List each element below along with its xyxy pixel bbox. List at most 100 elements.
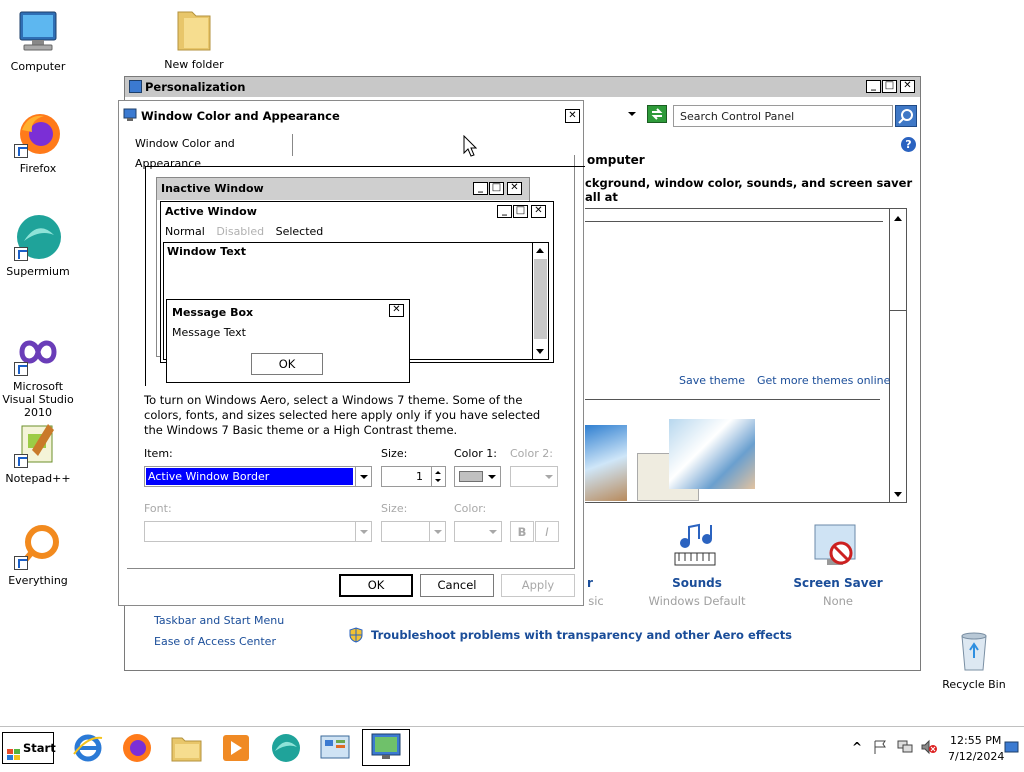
color2-dropdown-arrow[interactable] xyxy=(541,467,557,486)
personalization-title-bar[interactable]: Personalization _ □ ✕ xyxy=(125,77,920,97)
network-icon[interactable] xyxy=(896,739,914,758)
window-title: Personalization xyxy=(145,80,246,94)
desktop-icon-notepadpp[interactable]: Notepad++ xyxy=(0,420,76,485)
theme-list-divider xyxy=(585,221,883,222)
taskbar-supermium-icon[interactable] xyxy=(268,732,304,764)
clock-time[interactable]: 12:55 PM xyxy=(950,734,1001,747)
color2-picker[interactable] xyxy=(510,466,558,487)
shortcut-arrow-icon xyxy=(14,556,28,570)
preview-menu-selected: Selected xyxy=(275,225,324,238)
notepadpp-icon xyxy=(14,420,62,468)
sounds-link[interactable]: Sounds xyxy=(647,576,747,590)
size-spinner[interactable]: 1 xyxy=(381,466,446,487)
theme-list[interactable]: Save theme Get more themes online xyxy=(585,208,907,503)
theme-section-divider xyxy=(585,399,880,400)
theme-thumbnail-stack[interactable] xyxy=(669,419,755,489)
preview-scrollbar xyxy=(532,243,548,359)
scrollbar-thumb[interactable] xyxy=(890,225,906,311)
get-more-themes-link[interactable]: Get more themes online xyxy=(757,374,890,387)
tab-window-color-appearance[interactable]: Window Color and Appearance xyxy=(129,134,293,170)
help-icon[interactable]: ? xyxy=(901,137,916,152)
taskbar-explorer-icon[interactable] xyxy=(169,732,205,764)
color1-picker[interactable] xyxy=(454,466,501,487)
sounds-icon[interactable] xyxy=(671,523,723,571)
preview-message-text: Message Text xyxy=(172,326,246,339)
item-select[interactable]: Active Window Border xyxy=(144,466,372,487)
action-center-flag-icon[interactable] xyxy=(872,739,888,758)
cancel-button[interactable]: Cancel xyxy=(420,574,494,597)
desktop-icon-supermium[interactable]: Supermium xyxy=(0,213,76,278)
preview-message-close: ✕ xyxy=(389,304,404,317)
apply-button[interactable]: Apply xyxy=(501,574,575,597)
screen-saver-link[interactable]: Screen Saver xyxy=(785,576,891,590)
taskbar-personalization-icon[interactable] xyxy=(362,729,410,766)
desktop-icon-recycle-bin[interactable]: Recycle Bin xyxy=(936,626,1012,691)
shortcut-arrow-icon xyxy=(14,144,28,158)
taskbar-internet-explorer-icon[interactable] xyxy=(70,732,106,764)
font-label: Font: xyxy=(144,502,172,515)
minimize-button[interactable]: _ xyxy=(866,80,881,93)
appearance-preview: Inactive Window _ □ ✕ Active Window _ □ … xyxy=(145,166,585,386)
italic-button[interactable]: I xyxy=(535,521,559,542)
desktop-icon-label: New folder xyxy=(164,58,224,71)
desktop-icon-new-folder[interactable]: New folder xyxy=(156,6,232,71)
font-color-dropdown-arrow[interactable] xyxy=(485,522,501,541)
taskbar-firefox-icon[interactable] xyxy=(119,732,155,764)
window-color-appearance-dialog: Window Color and Appearance ✕ Window Col… xyxy=(118,100,585,606)
preview-active-maximize: □ xyxy=(513,205,528,218)
maximize-button[interactable]: □ xyxy=(882,80,897,93)
theme-thumbnail-basic[interactable] xyxy=(585,425,627,501)
dialog-title: Window Color and Appearance xyxy=(141,109,340,123)
clock-date[interactable]: 7/12/2024 xyxy=(948,750,1004,763)
show-hidden-icons-icon[interactable]: ^ xyxy=(852,740,862,754)
preview-window-text: Window Text xyxy=(167,245,247,258)
save-theme-link[interactable]: Save theme xyxy=(679,374,745,387)
close-button[interactable]: ✕ xyxy=(900,80,915,93)
screen-saver-subtitle: None xyxy=(822,594,853,608)
refresh-icon[interactable] xyxy=(647,105,667,123)
taskbar-media-player-icon[interactable] xyxy=(218,732,254,764)
ok-button[interactable]: OK xyxy=(339,574,413,597)
preview-message-box-title: Message Box xyxy=(172,306,254,319)
page-heading-fragment: omputer xyxy=(587,153,645,167)
preview-maximize-button: □ xyxy=(489,182,504,195)
taskbar: Start ^ 12:55 PM 7/12/2024 xyxy=(0,726,1024,768)
font-color-label: Color: xyxy=(454,502,487,515)
font-size-dropdown-arrow[interactable] xyxy=(429,522,445,541)
theme-list-scrollbar[interactable] xyxy=(889,209,906,502)
taskbar-control-panel-icon[interactable] xyxy=(317,732,353,764)
desktop-icon-label: Recycle Bin xyxy=(942,678,1006,691)
screen-saver-icon[interactable] xyxy=(811,523,861,571)
desktop-icon-visual-studio[interactable]: Microsoft Visual Studio 2010 xyxy=(0,328,76,419)
color1-swatch xyxy=(459,471,483,482)
font-dropdown-arrow[interactable] xyxy=(355,522,371,541)
font-size-select[interactable] xyxy=(381,521,446,542)
preview-message-box[interactable]: Message Box ✕ Message Text OK xyxy=(166,299,410,383)
visual-studio-icon xyxy=(14,328,62,376)
taskbar-start-menu-link[interactable]: Taskbar and Start Menu xyxy=(154,614,284,627)
preview-menu-bar: Normal Disabled Selected xyxy=(165,224,323,240)
bold-button[interactable]: B xyxy=(510,521,534,542)
preview-ok-button: OK xyxy=(251,353,323,375)
page-description-fragment: ckground, window color, sounds, and scre… xyxy=(585,176,913,204)
font-select[interactable] xyxy=(144,521,372,542)
show-desktop-icon[interactable] xyxy=(1004,741,1020,758)
dialog-close-button[interactable]: ✕ xyxy=(565,109,580,123)
size-spinner-buttons[interactable] xyxy=(431,467,445,486)
start-button[interactable]: Start xyxy=(2,732,56,764)
font-color-picker[interactable] xyxy=(454,521,502,542)
desktop-icon-computer[interactable]: Computer xyxy=(0,8,76,73)
shortcut-arrow-icon xyxy=(14,247,28,261)
preview-close-button: ✕ xyxy=(507,182,522,195)
search-icon[interactable] xyxy=(895,105,917,127)
desktop-icon-everything[interactable]: Everything xyxy=(0,522,76,587)
desktop-icon-firefox[interactable]: Firefox xyxy=(0,110,76,175)
item-dropdown-arrow[interactable] xyxy=(355,467,371,486)
ease-of-access-link[interactable]: Ease of Access Center xyxy=(154,635,276,648)
category-fragment-title[interactable]: r xyxy=(585,576,595,590)
color1-dropdown-arrow[interactable] xyxy=(484,467,500,486)
search-input[interactable]: Search Control Panel xyxy=(673,105,893,127)
troubleshoot-aero-link[interactable]: Troubleshoot problems with transparency … xyxy=(371,628,792,642)
address-dropdown-arrow[interactable] xyxy=(625,107,639,121)
volume-muted-icon[interactable] xyxy=(920,739,938,758)
